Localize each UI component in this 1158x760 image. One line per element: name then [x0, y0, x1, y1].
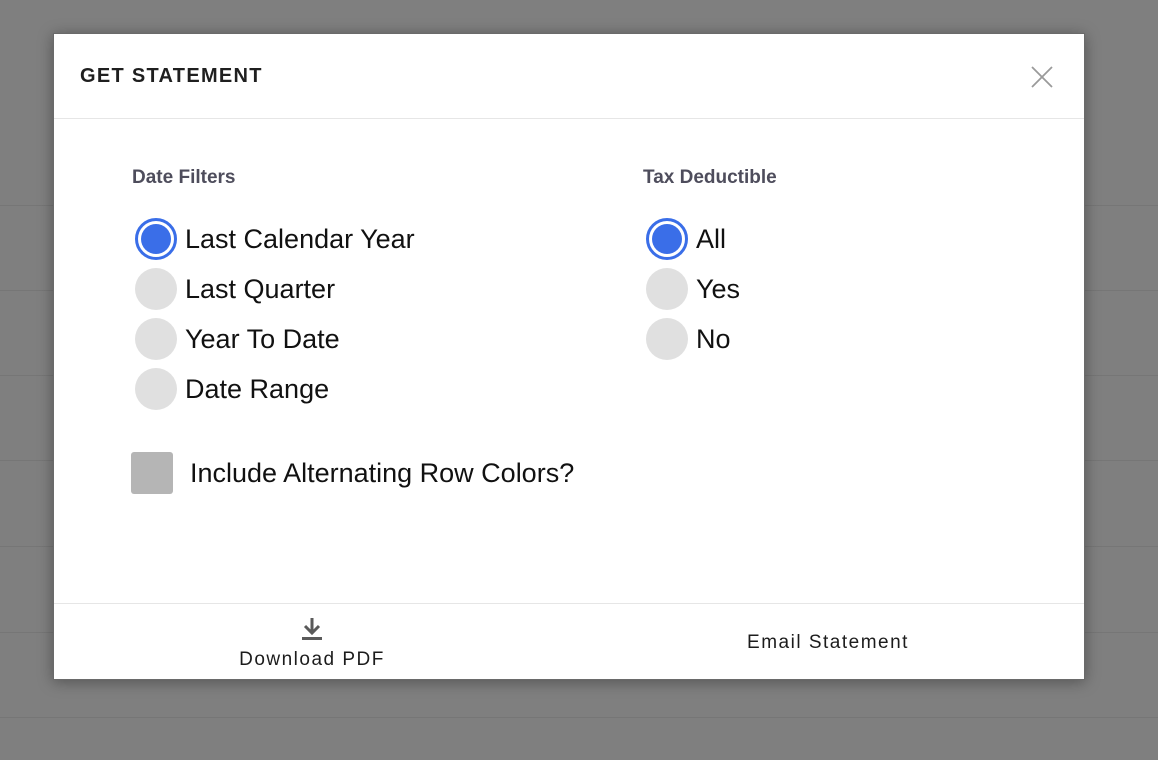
download-icon [302, 618, 322, 640]
radio-label: No [696, 323, 731, 354]
radio-button[interactable] [135, 368, 177, 410]
modal-header: GET STATEMENT [54, 34, 1084, 119]
radio-no[interactable]: No [646, 318, 731, 360]
radio-label: Date Range [185, 373, 330, 404]
radio-label: Last Calendar Year [185, 223, 415, 254]
date-filters-heading: Date Filters [132, 167, 236, 188]
radio-date-range[interactable]: Date Range [135, 368, 329, 410]
backdrop-divider [0, 717, 1158, 718]
download-pdf-label: Download PDF [239, 649, 385, 670]
radio-yes[interactable]: Yes [646, 268, 740, 310]
modal-footer: Download PDF Email Statement [54, 603, 1084, 679]
email-statement-label: Email Statement [747, 632, 909, 653]
alternating-row-colors-option[interactable]: Include Alternating Row Colors? [131, 452, 574, 494]
radio-last-calendar-year[interactable]: Last Calendar Year [135, 218, 415, 260]
radio-button[interactable] [646, 318, 688, 360]
alternating-row-colors-checkbox[interactable] [131, 452, 173, 494]
radio-button-checked[interactable] [135, 218, 177, 260]
radio-button[interactable] [646, 268, 688, 310]
close-icon [1031, 66, 1053, 88]
tax-deductible-heading: Tax Deductible [643, 167, 777, 188]
radio-year-to-date[interactable]: Year To Date [135, 318, 340, 360]
radio-label: Last Quarter [185, 273, 336, 304]
radio-button[interactable] [135, 318, 177, 360]
radio-button-checked[interactable] [646, 218, 688, 260]
radio-last-quarter[interactable]: Last Quarter [135, 268, 335, 310]
close-button[interactable] [1029, 64, 1055, 90]
download-pdf-button[interactable]: Download PDF [54, 604, 570, 679]
modal-title: GET STATEMENT [80, 65, 263, 87]
radio-button[interactable] [135, 268, 177, 310]
radio-label: All [696, 223, 727, 254]
radio-label: Yes [696, 273, 741, 304]
radio-label: Year To Date [185, 323, 340, 354]
radio-all[interactable]: All [646, 218, 726, 260]
get-statement-modal: GET STATEMENT Date Filters Last Calendar… [53, 33, 1085, 680]
checkbox-label: Include Alternating Row Colors? [190, 457, 575, 488]
email-statement-button[interactable]: Email Statement [570, 604, 1086, 679]
